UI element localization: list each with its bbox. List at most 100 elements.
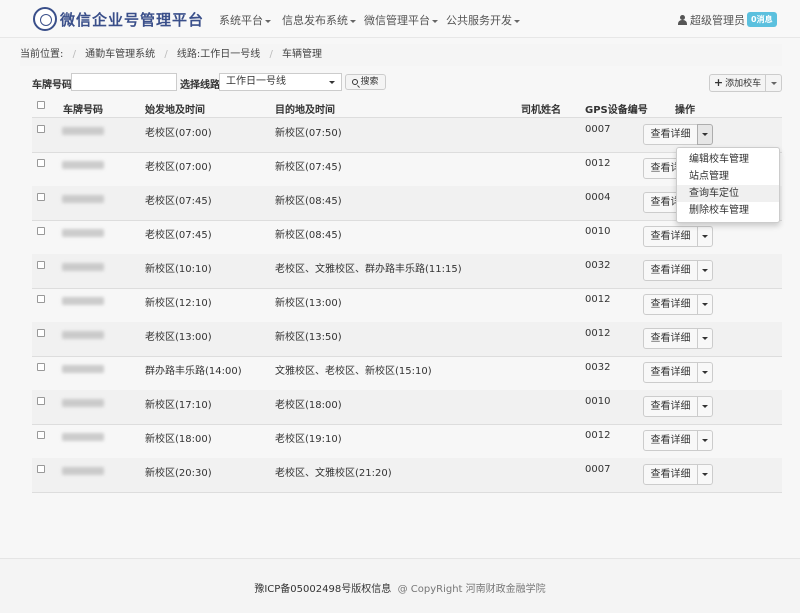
row-action-toggle[interactable]	[697, 464, 713, 485]
chevron-down-icon	[702, 439, 708, 442]
cell-destination: 老校区、文雅校区(21:20)	[275, 468, 392, 479]
menu-item-locate-bus[interactable]: 查询车定位	[677, 185, 779, 202]
nav-public-service[interactable]: 公共服务开发	[446, 12, 520, 28]
page-footer: 豫ICP备05002498号版权信息 @ CopyRight 河南财政金融学院	[0, 558, 800, 613]
blurred-plate-number	[62, 399, 104, 407]
row-checkbox[interactable]	[37, 261, 45, 269]
cell-origin: 新校区(18:00)	[145, 434, 212, 445]
header-plate: 车牌号码	[63, 105, 103, 116]
chevron-down-icon	[329, 81, 335, 84]
breadcrumb-prefix: 当前位置:	[20, 49, 64, 60]
user-menu[interactable]: 超级管理员	[678, 12, 745, 28]
top-navbar: 微信企业号管理平台 系统平台 信息发布系统 微信管理平台 公共服务开发 超级管理…	[0, 0, 800, 38]
add-bus-dropdown-toggle[interactable]	[765, 74, 782, 92]
view-detail-button[interactable]: 查看详细	[643, 328, 698, 349]
blurred-plate-number	[62, 297, 104, 305]
blurred-plate-number	[62, 331, 104, 339]
plate-filter-label: 车牌号码	[32, 80, 72, 91]
brand-title[interactable]: 微信企业号管理平台	[60, 9, 204, 30]
blurred-plate-number	[62, 229, 104, 237]
row-action-toggle[interactable]	[697, 124, 713, 145]
cell-destination: 老校区(19:10)	[275, 434, 342, 445]
footer-icp[interactable]: 豫ICP备05002498号版权信息	[254, 584, 391, 595]
plate-search-input[interactable]	[71, 73, 177, 91]
row-action-toggle[interactable]	[697, 396, 713, 417]
row-checkbox[interactable]	[37, 159, 45, 167]
menu-item-stations[interactable]: 站点管理	[677, 168, 779, 185]
add-bus-button[interactable]: + 添加校车	[709, 74, 766, 92]
cell-gps: 0010	[585, 226, 611, 237]
menu-item-delete-bus[interactable]: 删除校车管理	[677, 202, 779, 219]
row-checkbox[interactable]	[37, 397, 45, 405]
chevron-down-icon	[702, 473, 708, 476]
row-checkbox[interactable]	[37, 193, 45, 201]
user-icon	[678, 15, 687, 25]
cell-destination: 新校区(07:45)	[275, 162, 342, 173]
breadcrumb-item-system[interactable]: 通勤车管理系统	[85, 49, 155, 60]
search-icon	[352, 79, 359, 85]
footer-copyright: @ CopyRight 河南财政金融学院	[397, 584, 546, 595]
row-action-toggle[interactable]	[697, 362, 713, 383]
view-detail-button[interactable]: 查看详细	[643, 362, 698, 383]
cell-origin: 老校区(07:00)	[145, 162, 212, 173]
view-detail-button[interactable]: 查看详细	[643, 226, 698, 247]
row-checkbox[interactable]	[37, 125, 45, 133]
row-divider	[32, 492, 782, 493]
cell-gps: 0012	[585, 328, 611, 339]
blurred-plate-number	[62, 467, 104, 475]
row-checkbox[interactable]	[37, 295, 45, 303]
row-action-toggle[interactable]	[697, 294, 713, 315]
row-action-toggle[interactable]	[697, 430, 713, 451]
cell-gps: 0007	[585, 464, 611, 475]
route-select-value: 工作日一号线	[226, 76, 286, 87]
view-detail-button[interactable]: 查看详细	[643, 124, 698, 145]
message-badge[interactable]: 0消息	[747, 12, 777, 27]
cell-destination: 新校区(08:45)	[275, 196, 342, 207]
row-checkbox[interactable]	[37, 465, 45, 473]
row-action-menu: 编辑校车管理 站点管理 查询车定位 删除校车管理	[676, 147, 780, 223]
blurred-plate-number	[62, 365, 104, 373]
row-checkbox[interactable]	[37, 431, 45, 439]
menu-item-edit-bus[interactable]: 编辑校车管理	[677, 151, 779, 168]
view-detail-button[interactable]: 查看详细	[643, 260, 698, 281]
cell-destination: 老校区(18:00)	[275, 400, 342, 411]
chevron-down-icon	[771, 82, 777, 85]
cell-destination: 新校区(13:00)	[275, 298, 342, 309]
view-detail-button[interactable]: 查看详细	[643, 464, 698, 485]
cell-gps: 0012	[585, 294, 611, 305]
cell-origin: 新校区(20:30)	[145, 468, 212, 479]
view-detail-button[interactable]: 查看详细	[643, 430, 698, 451]
nav-system-platform[interactable]: 系统平台	[219, 12, 271, 28]
row-checkbox[interactable]	[37, 227, 45, 235]
nav-wechat-platform[interactable]: 微信管理平台	[364, 12, 438, 28]
cell-gps: 0032	[585, 260, 611, 271]
header-driver: 司机姓名	[521, 105, 561, 116]
cell-origin: 老校区(13:00)	[145, 332, 212, 343]
cell-destination: 文雅校区、老校区、新校区(15:10)	[275, 366, 432, 377]
cell-origin: 新校区(12:10)	[145, 298, 212, 309]
nav-info-publish[interactable]: 信息发布系统	[282, 12, 356, 28]
route-select[interactable]: 工作日一号线	[219, 73, 342, 91]
breadcrumb-item-route[interactable]: 线路:工作日一号线	[177, 49, 260, 60]
row-action-toggle[interactable]	[697, 226, 713, 247]
breadcrumb-separator: /	[72, 49, 76, 60]
breadcrumb-separator: /	[164, 49, 168, 60]
route-filter-label: 选择线路	[180, 80, 220, 91]
chevron-down-icon	[265, 19, 271, 23]
chevron-down-icon	[702, 371, 708, 374]
select-all-checkbox[interactable]	[37, 101, 45, 109]
view-detail-button[interactable]: 查看详细	[643, 294, 698, 315]
search-button[interactable]: 搜索	[345, 74, 386, 90]
row-checkbox[interactable]	[37, 363, 45, 371]
chevron-down-icon	[702, 337, 708, 340]
blurred-plate-number	[62, 161, 104, 169]
blurred-plate-number	[62, 127, 104, 135]
cell-origin: 新校区(10:10)	[145, 264, 212, 275]
cell-gps: 0012	[585, 158, 611, 169]
footer-text: 豫ICP备05002498号版权信息 @ CopyRight 河南财政金融学院	[0, 580, 800, 595]
row-checkbox[interactable]	[37, 329, 45, 337]
row-action-toggle[interactable]	[697, 260, 713, 281]
university-seal-logo	[33, 7, 57, 31]
row-action-toggle[interactable]	[697, 328, 713, 349]
view-detail-button[interactable]: 查看详细	[643, 396, 698, 417]
